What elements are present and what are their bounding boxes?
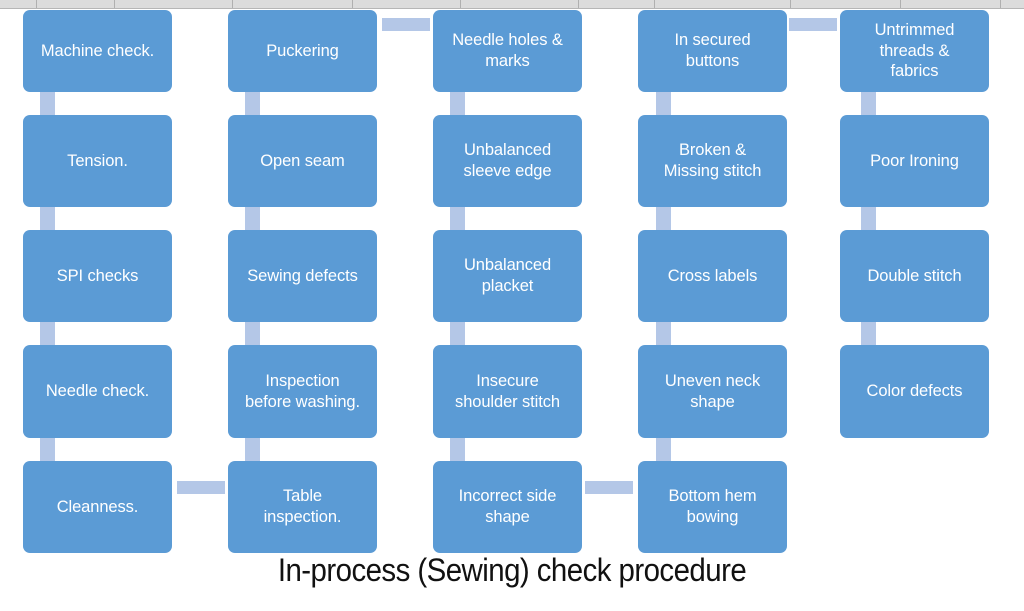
node-in-secured-buttons[interactable]: In secured buttons [638, 10, 787, 92]
node-uneven-neck-shape[interactable]: Uneven neck shape [638, 345, 787, 438]
node-cleanness[interactable]: Cleanness. [23, 461, 172, 553]
connector-vertical [656, 92, 671, 115]
connector-horizontal [382, 18, 430, 31]
node-unbalanced-placket[interactable]: Unbalanced placket [433, 230, 582, 322]
node-cross-labels[interactable]: Cross labels [638, 230, 787, 322]
connector-vertical [40, 438, 55, 461]
connector-vertical [245, 207, 260, 230]
node-needle-holes-and-marks[interactable]: Needle holes & marks [433, 10, 582, 92]
node-tension[interactable]: Tension. [23, 115, 172, 207]
connector-vertical [656, 207, 671, 230]
connector-horizontal [789, 18, 837, 31]
node-double-stitch[interactable]: Double stitch [840, 230, 989, 322]
node-open-seam[interactable]: Open seam [228, 115, 377, 207]
node-unbalanced-sleeve-edge[interactable]: Unbalanced sleeve edge [433, 115, 582, 207]
connector-vertical [861, 207, 876, 230]
node-needle-check[interactable]: Needle check. [23, 345, 172, 438]
node-incorrect-side-shape[interactable]: Incorrect side shape [433, 461, 582, 553]
connector-vertical [861, 322, 876, 345]
node-poor-ironing[interactable]: Poor Ironing [840, 115, 989, 207]
node-spi-checks[interactable]: SPI checks [23, 230, 172, 322]
node-color-defects[interactable]: Color defects [840, 345, 989, 438]
connector-horizontal [585, 481, 633, 494]
node-untrimmed-threads-and-fabrics[interactable]: Untrimmed threads & fabrics [840, 10, 989, 92]
connector-vertical [245, 92, 260, 115]
node-table-inspection[interactable]: Table inspection. [228, 461, 377, 553]
node-insecure-shoulder-stitch[interactable]: Insecure shoulder stitch [433, 345, 582, 438]
connector-vertical [450, 92, 465, 115]
connector-vertical [450, 207, 465, 230]
diagram-title: In-process (Sewing) check procedure [277, 552, 747, 588]
connector-vertical [450, 322, 465, 345]
node-puckering[interactable]: Puckering [228, 10, 377, 92]
connector-vertical [40, 207, 55, 230]
node-sewing-defects[interactable]: Sewing defects [228, 230, 377, 322]
node-broken-and-missing-stitch[interactable]: Broken & Missing stitch [638, 115, 787, 207]
flowchart-diagram: Machine check. Tension. SPI checks Needl… [0, 0, 1024, 611]
connector-vertical [245, 322, 260, 345]
connector-vertical [450, 438, 465, 461]
connector-vertical [40, 92, 55, 115]
node-bottom-hem-bowing[interactable]: Bottom hem bowing [638, 461, 787, 553]
node-machine-check[interactable]: Machine check. [23, 10, 172, 92]
connector-horizontal [177, 481, 225, 494]
node-inspection-before-washing[interactable]: Inspection before washing. [228, 345, 377, 438]
connector-vertical [656, 322, 671, 345]
connector-vertical [656, 438, 671, 461]
connector-vertical [245, 438, 260, 461]
connector-vertical [40, 322, 55, 345]
connector-vertical [861, 92, 876, 115]
